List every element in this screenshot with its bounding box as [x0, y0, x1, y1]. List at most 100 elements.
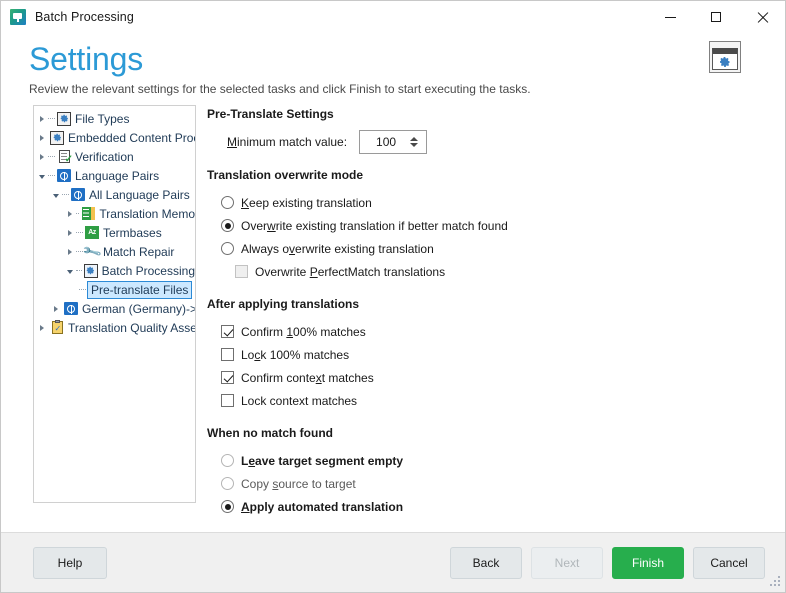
checkbox-lock-context-matches[interactable]: Lock context matches: [221, 389, 785, 412]
after-applying-translations-title: After applying translations: [207, 297, 360, 311]
translation-overwrite-mode-title: Translation overwrite mode: [207, 168, 364, 182]
checkbox-icon[interactable]: [221, 394, 234, 407]
when-no-match-found-group: When no match found Leave target segment…: [207, 426, 785, 518]
tree-item-translation-quality-assessment[interactable]: ✓ Translation Quality Assess: [34, 318, 195, 337]
batch-processing-icon: [10, 9, 26, 25]
maximize-icon: [711, 12, 721, 22]
stepper-arrows[interactable]: [410, 131, 419, 153]
settings-shortcut-button[interactable]: [709, 41, 741, 73]
checkbox-label: Overwrite PerfectMatch translations: [255, 264, 446, 279]
expander-collapsed-icon[interactable]: [64, 223, 76, 242]
tree-item-all-language-pairs[interactable]: All Language Pairs: [34, 185, 195, 204]
radio-overwrite-if-better-match[interactable]: Overwrite existing translation if better…: [221, 214, 785, 237]
tree-connector: [76, 212, 80, 215]
translation-memory-icon: [81, 207, 95, 221]
tree-item-label: Batch Processing: [101, 263, 195, 278]
checkbox-label: Lock context matches: [241, 393, 358, 408]
stepper-up-icon[interactable]: [410, 137, 419, 141]
finish-button[interactable]: Finish: [612, 546, 684, 579]
radio-icon[interactable]: [221, 477, 234, 490]
radio-label: Leave target segment empty: [241, 453, 404, 468]
globe-icon: [71, 188, 85, 202]
tree-item-batch-processing[interactable]: Batch Processing: [34, 261, 195, 280]
radio-always-overwrite[interactable]: Always overwrite existing translation: [221, 237, 785, 260]
expander-collapsed-icon[interactable]: [36, 128, 48, 147]
radio-keep-existing-translation[interactable]: Keep existing translation: [221, 191, 785, 214]
radio-icon[interactable]: [221, 500, 234, 513]
tree-item-language-pairs[interactable]: Language Pairs: [34, 166, 195, 185]
tree-item-verification[interactable]: ✓ Verification: [34, 147, 195, 166]
expander-collapsed-icon[interactable]: [64, 242, 76, 261]
radio-copy-source-to-target[interactable]: Copy source to target: [221, 472, 785, 495]
expander-collapsed-icon[interactable]: [36, 147, 48, 166]
tree-item-label: Match Repair: [103, 244, 175, 259]
stepper-down-icon[interactable]: [410, 143, 419, 147]
radio-apply-automated-translation[interactable]: Apply automated translation: [221, 495, 785, 518]
gear-dark-icon: [57, 111, 71, 126]
tree-connector: [48, 117, 55, 120]
tree-item-file-types[interactable]: File Types: [34, 109, 195, 128]
expander-collapsed-icon[interactable]: [36, 109, 48, 128]
tree-item-label: Language Pairs: [75, 168, 160, 183]
radio-icon[interactable]: [221, 454, 234, 467]
caption-buttons: [647, 1, 785, 33]
radio-icon[interactable]: [221, 219, 234, 232]
checkbox-icon[interactable]: [221, 371, 234, 384]
radio-label: Copy source to target: [241, 476, 356, 491]
checkbox-icon[interactable]: [235, 265, 248, 278]
translation-overwrite-mode-group: Translation overwrite mode Keep existing…: [207, 168, 785, 283]
close-button[interactable]: [739, 1, 785, 33]
next-button: Next: [531, 546, 603, 579]
tree-item-label: Termbases: [103, 225, 162, 240]
minimize-icon: [664, 16, 676, 18]
maximize-button[interactable]: [693, 1, 739, 33]
settings-tree[interactable]: File Types Embedded Content Proc ✓ Verif…: [33, 105, 196, 503]
checkbox-icon[interactable]: [221, 348, 234, 361]
expander-collapsed-icon[interactable]: [36, 318, 48, 337]
minimize-button[interactable]: [647, 1, 693, 33]
resize-grip[interactable]: [768, 576, 781, 589]
tree-item-label: File Types: [75, 111, 130, 126]
checkbox-lock-100-matches[interactable]: Lock 100% matches: [221, 343, 785, 366]
globe-icon: [57, 169, 71, 183]
termbase-icon: Az: [85, 226, 99, 240]
checkbox-confirm-100-matches[interactable]: Confirm 100% matches: [221, 320, 785, 343]
when-no-match-found-title: When no match found: [207, 426, 333, 440]
tree-item-label: Translation Memo: [99, 206, 195, 221]
tree-item-match-repair[interactable]: 🔧 Match Repair: [34, 241, 195, 262]
tree-item-pre-translate-files[interactable]: Pre-translate Files: [34, 280, 195, 299]
expander-collapsed-icon[interactable]: [50, 299, 62, 318]
expander-collapsed-icon[interactable]: [64, 204, 76, 223]
radio-leave-target-segment-empty[interactable]: Leave target segment empty: [221, 449, 785, 472]
radio-icon[interactable]: [221, 242, 234, 255]
verification-doc-icon: ✓: [57, 150, 73, 164]
back-button[interactable]: Back: [450, 546, 522, 579]
expander-expanded-icon[interactable]: [50, 185, 62, 204]
tree-item-termbases[interactable]: Az Termbases: [34, 223, 195, 242]
dialog-content: File Types Embedded Content Proc ✓ Verif…: [1, 105, 785, 532]
tree-item-translation-memories[interactable]: Translation Memo: [34, 204, 195, 223]
help-button[interactable]: Help: [33, 546, 107, 579]
expander-expanded-icon[interactable]: [64, 261, 76, 280]
after-applying-translations-group: After applying translations Confirm 100%…: [207, 297, 785, 412]
radio-icon[interactable]: [221, 196, 234, 209]
tree-item-embedded-content[interactable]: Embedded Content Proc: [34, 128, 195, 147]
tree-connector: [79, 288, 86, 291]
expander-expanded-icon[interactable]: [36, 166, 48, 185]
window-title: Batch Processing: [35, 10, 134, 24]
tree-item-label: Translation Quality Assess: [68, 320, 196, 335]
checkbox-icon[interactable]: [221, 325, 234, 338]
minimum-match-value-label: Minimum match value:: [227, 135, 348, 149]
tree-item-label: Embedded Content Proc: [68, 130, 196, 145]
pre-translate-settings-title: Pre-Translate Settings: [207, 107, 334, 121]
radio-label: Overwrite existing translation if better…: [241, 218, 508, 233]
checkbox-confirm-context-matches[interactable]: Confirm context matches: [221, 366, 785, 389]
cancel-button[interactable]: Cancel: [693, 546, 765, 579]
radio-label: Keep existing translation: [241, 195, 372, 210]
tree-connector: [62, 193, 69, 196]
minimum-match-value-stepper[interactable]: 100: [359, 130, 428, 154]
checkbox-label: Confirm 100% matches: [241, 324, 366, 339]
tree-item-german-germany[interactable]: German (Germany)->: [34, 299, 195, 318]
checkbox-overwrite-perfectmatch[interactable]: Overwrite PerfectMatch translations: [235, 260, 785, 283]
window-gear-icon: [712, 48, 738, 70]
